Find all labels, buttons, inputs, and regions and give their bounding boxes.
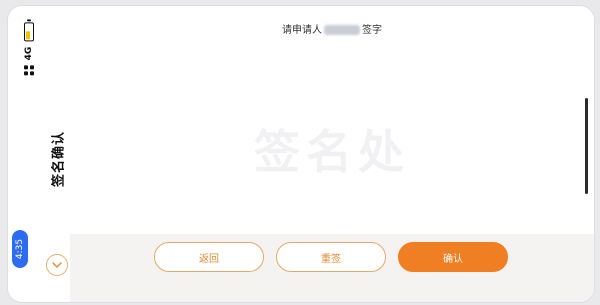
prompt-prefix: 请申请人: [282, 25, 322, 36]
resign-button[interactable]: 重签: [276, 242, 386, 272]
network-label: 4G: [24, 46, 34, 61]
prompt-suffix: 签字: [362, 25, 382, 36]
page-title: 签名确认: [51, 130, 67, 188]
redacted-name: [324, 25, 360, 35]
scrollbar[interactable]: [585, 98, 588, 194]
signal-dots-icon: [24, 65, 34, 76]
time-label: 4:35: [15, 238, 25, 260]
battery-charging-icon: [24, 22, 34, 42]
chevron-down-icon: [52, 262, 62, 268]
device-frame: 4G 签名确认 4:35 请申请人 签字 签名处 返回 重签 确认: [8, 6, 594, 302]
signature-watermark: 签名处: [254, 125, 410, 179]
expand-button[interactable]: [46, 254, 68, 276]
back-button[interactable]: 返回: [154, 242, 264, 272]
action-bar: 返回 重签 确认: [70, 234, 594, 302]
confirm-button[interactable]: 确认: [398, 242, 508, 272]
signature-pad[interactable]: 请申请人 签字 签名处: [70, 6, 594, 234]
time-badge: 4:35: [12, 230, 28, 268]
page-title-container: 签名确认: [44, 124, 70, 194]
status-bar: 4G: [14, 14, 44, 84]
side-header: 4G 签名确认 4:35: [8, 6, 70, 302]
signature-prompt: 请申请人 签字: [70, 21, 594, 36]
